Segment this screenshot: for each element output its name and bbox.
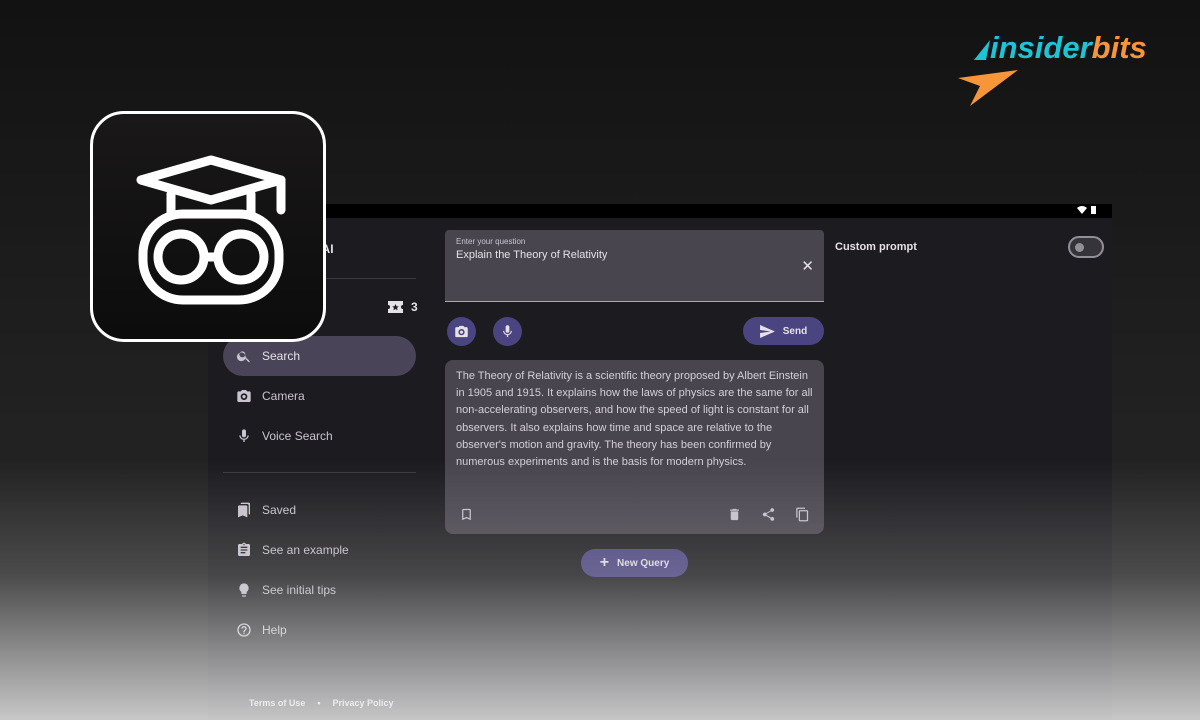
- footer-links: Terms of Use • Privacy Policy: [249, 698, 394, 708]
- bookmark-icon[interactable]: [459, 507, 474, 522]
- question-value[interactable]: Explain the Theory of Relativity: [456, 249, 607, 261]
- new-query-button[interactable]: + New Query: [581, 549, 688, 577]
- sidebar-item-see-an-example[interactable]: See an example: [223, 530, 416, 570]
- status-bar: [208, 204, 1112, 218]
- graduate-glasses-icon: [136, 155, 286, 305]
- copy-icon[interactable]: [795, 507, 810, 522]
- insiderbits-logo: insiderbits: [958, 30, 1158, 110]
- sidebar-item-label: See an example: [262, 543, 349, 557]
- ticket-icon: [388, 301, 403, 313]
- custom-prompt-label: Custom prompt: [835, 241, 917, 253]
- camera-icon: [237, 390, 251, 402]
- sidebar-item-label: Camera: [262, 389, 305, 403]
- send-button[interactable]: Send: [743, 317, 824, 345]
- sidebar-item-label: See initial tips: [262, 583, 337, 597]
- answer-text: The Theory of Relativity is a scientific…: [456, 370, 813, 469]
- delete-icon[interactable]: [727, 507, 742, 522]
- battery-icon: [1091, 206, 1096, 214]
- wifi-icon: [1077, 206, 1087, 214]
- mic-icon: [239, 429, 249, 442]
- sidebar-item-label: Help: [262, 623, 287, 637]
- footer-separator: •: [317, 698, 321, 708]
- divider: [223, 472, 416, 473]
- sidebar-item-label: Voice Search: [262, 429, 333, 443]
- camera-button[interactable]: [447, 317, 476, 346]
- sidebar-item-see-initial-tips[interactable]: See initial tips: [223, 570, 416, 610]
- new-query-label: New Query: [617, 557, 670, 569]
- camera-icon: [455, 325, 468, 338]
- bookmarks-icon: [238, 502, 250, 518]
- terms-link[interactable]: Terms of Use: [249, 698, 305, 708]
- send-icon: [759, 324, 775, 338]
- sidebar-item-voice-search[interactable]: Voice Search: [223, 416, 416, 456]
- privacy-link[interactable]: Privacy Policy: [333, 698, 394, 708]
- mic-icon: [503, 325, 512, 338]
- help-icon: [237, 623, 251, 637]
- answer-card: The Theory of Relativity is a scientific…: [445, 360, 824, 534]
- app-icon: [90, 111, 326, 342]
- sidebar-item-label: Search: [262, 349, 301, 363]
- question-input[interactable]: Enter your question Explain the Theory o…: [445, 230, 824, 302]
- search-icon: [236, 351, 250, 363]
- app-window: lp AI 3 Search Camera Voice Search Saved…: [208, 204, 1112, 720]
- send-label: Send: [782, 325, 808, 337]
- voice-button[interactable]: [493, 317, 522, 346]
- lightbulb-icon: [239, 583, 249, 597]
- clear-icon[interactable]: ✕: [801, 257, 814, 275]
- question-label: Enter your question: [456, 237, 526, 246]
- custom-prompt-toggle[interactable]: [1068, 236, 1104, 258]
- credits-badge[interactable]: 3: [388, 300, 418, 314]
- sidebar-item-help[interactable]: Help: [223, 610, 416, 650]
- share-icon[interactable]: [761, 507, 776, 522]
- sidebar-item-label: Saved: [262, 503, 297, 517]
- sidebar-item-camera[interactable]: Camera: [223, 376, 416, 416]
- clipboard-icon: [238, 542, 250, 556]
- credits-count: 3: [411, 300, 418, 314]
- plus-icon: +: [599, 554, 610, 571]
- sidebar-item-saved[interactable]: Saved: [223, 490, 416, 530]
